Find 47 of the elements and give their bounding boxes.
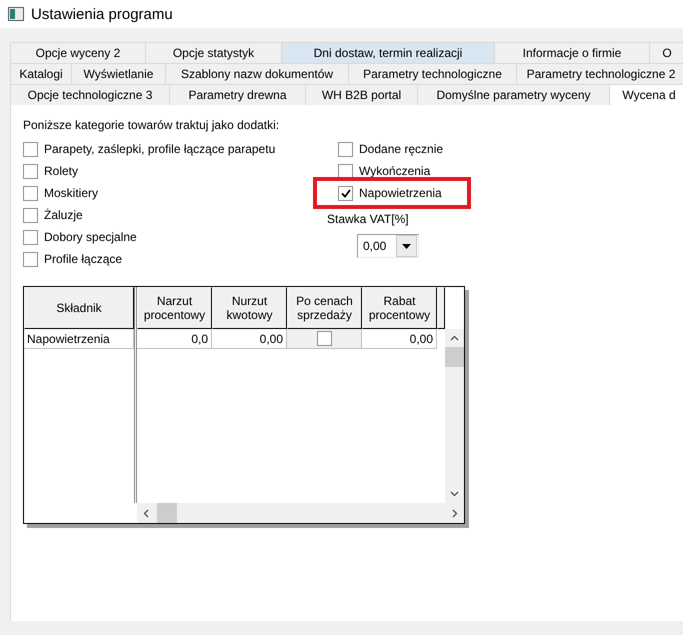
checkbox-label: Rolety bbox=[44, 164, 78, 178]
vat-dropdown[interactable]: 0,00 bbox=[357, 234, 419, 258]
scrollbar-thumb[interactable] bbox=[157, 503, 177, 523]
checkbox-label: Żaluzje bbox=[44, 208, 83, 222]
checkbox-label: Parapety, zaślepki, profile łączące parapetu bbox=[44, 142, 276, 156]
column-header: Rabat procentowy bbox=[362, 287, 437, 329]
window-title: Ustawienia programu bbox=[31, 6, 173, 22]
checkbox[interactable] bbox=[316, 331, 332, 346]
tab[interactable]: Opcje technologiczne 3 bbox=[10, 84, 170, 105]
checkbox[interactable] bbox=[23, 142, 38, 156]
chevron-down-icon[interactable] bbox=[450, 491, 459, 497]
checkbox[interactable] bbox=[338, 142, 353, 156]
checkbox[interactable] bbox=[23, 186, 38, 200]
table-cell: 0,0 bbox=[137, 329, 212, 349]
column-header: Narzut procentowy bbox=[137, 287, 212, 329]
column-header: Nurzut kwotowy bbox=[212, 287, 287, 329]
table-cell: Napowietrzenia bbox=[24, 329, 134, 349]
horizontal-scrollbar[interactable] bbox=[137, 503, 464, 523]
vertical-scrollbar[interactable] bbox=[445, 329, 464, 503]
checkbox-label: Wykończenia bbox=[359, 164, 430, 178]
scrollbar-thumb[interactable] bbox=[445, 347, 464, 367]
chevron-right-icon[interactable] bbox=[452, 508, 458, 518]
checkbox-label: Moskitiery bbox=[44, 186, 98, 200]
checkbox[interactable] bbox=[23, 164, 38, 178]
checkbox[interactable] bbox=[338, 186, 353, 200]
vat-label: Stawka VAT[%] bbox=[327, 212, 410, 226]
checkbox-label: Dodane ręcznie bbox=[359, 142, 444, 156]
caret-icon bbox=[402, 244, 411, 248]
tab[interactable]: Opcje wyceny 2 bbox=[10, 42, 146, 63]
tab[interactable]: Wycena d bbox=[609, 84, 683, 105]
checkbox[interactable] bbox=[23, 208, 38, 222]
tab[interactable]: Katalogi bbox=[10, 63, 72, 84]
section-label: Poniższe kategorie towarów traktuj jako dodatki: bbox=[23, 118, 280, 132]
table-cell: 0,00 bbox=[362, 329, 437, 349]
chevron-left-icon[interactable] bbox=[143, 508, 149, 518]
checkbox-label: Profile łączące bbox=[44, 252, 122, 266]
app-icon bbox=[8, 7, 24, 21]
checkbox-label: Napowietrzenia bbox=[359, 186, 442, 200]
checkbox[interactable] bbox=[338, 164, 353, 178]
checkbox[interactable] bbox=[23, 252, 38, 266]
tab[interactable]: Dni dostaw, termin realizacji bbox=[281, 42, 495, 63]
checkbox-label: Dobory specjalne bbox=[44, 230, 137, 244]
column-header: Składnik bbox=[24, 287, 134, 329]
checkbox[interactable] bbox=[23, 230, 38, 244]
column-header: Po cenach sprzedaży bbox=[287, 287, 362, 329]
chevron-up-icon[interactable] bbox=[450, 335, 459, 341]
table-cell: 0,00 bbox=[212, 329, 287, 349]
